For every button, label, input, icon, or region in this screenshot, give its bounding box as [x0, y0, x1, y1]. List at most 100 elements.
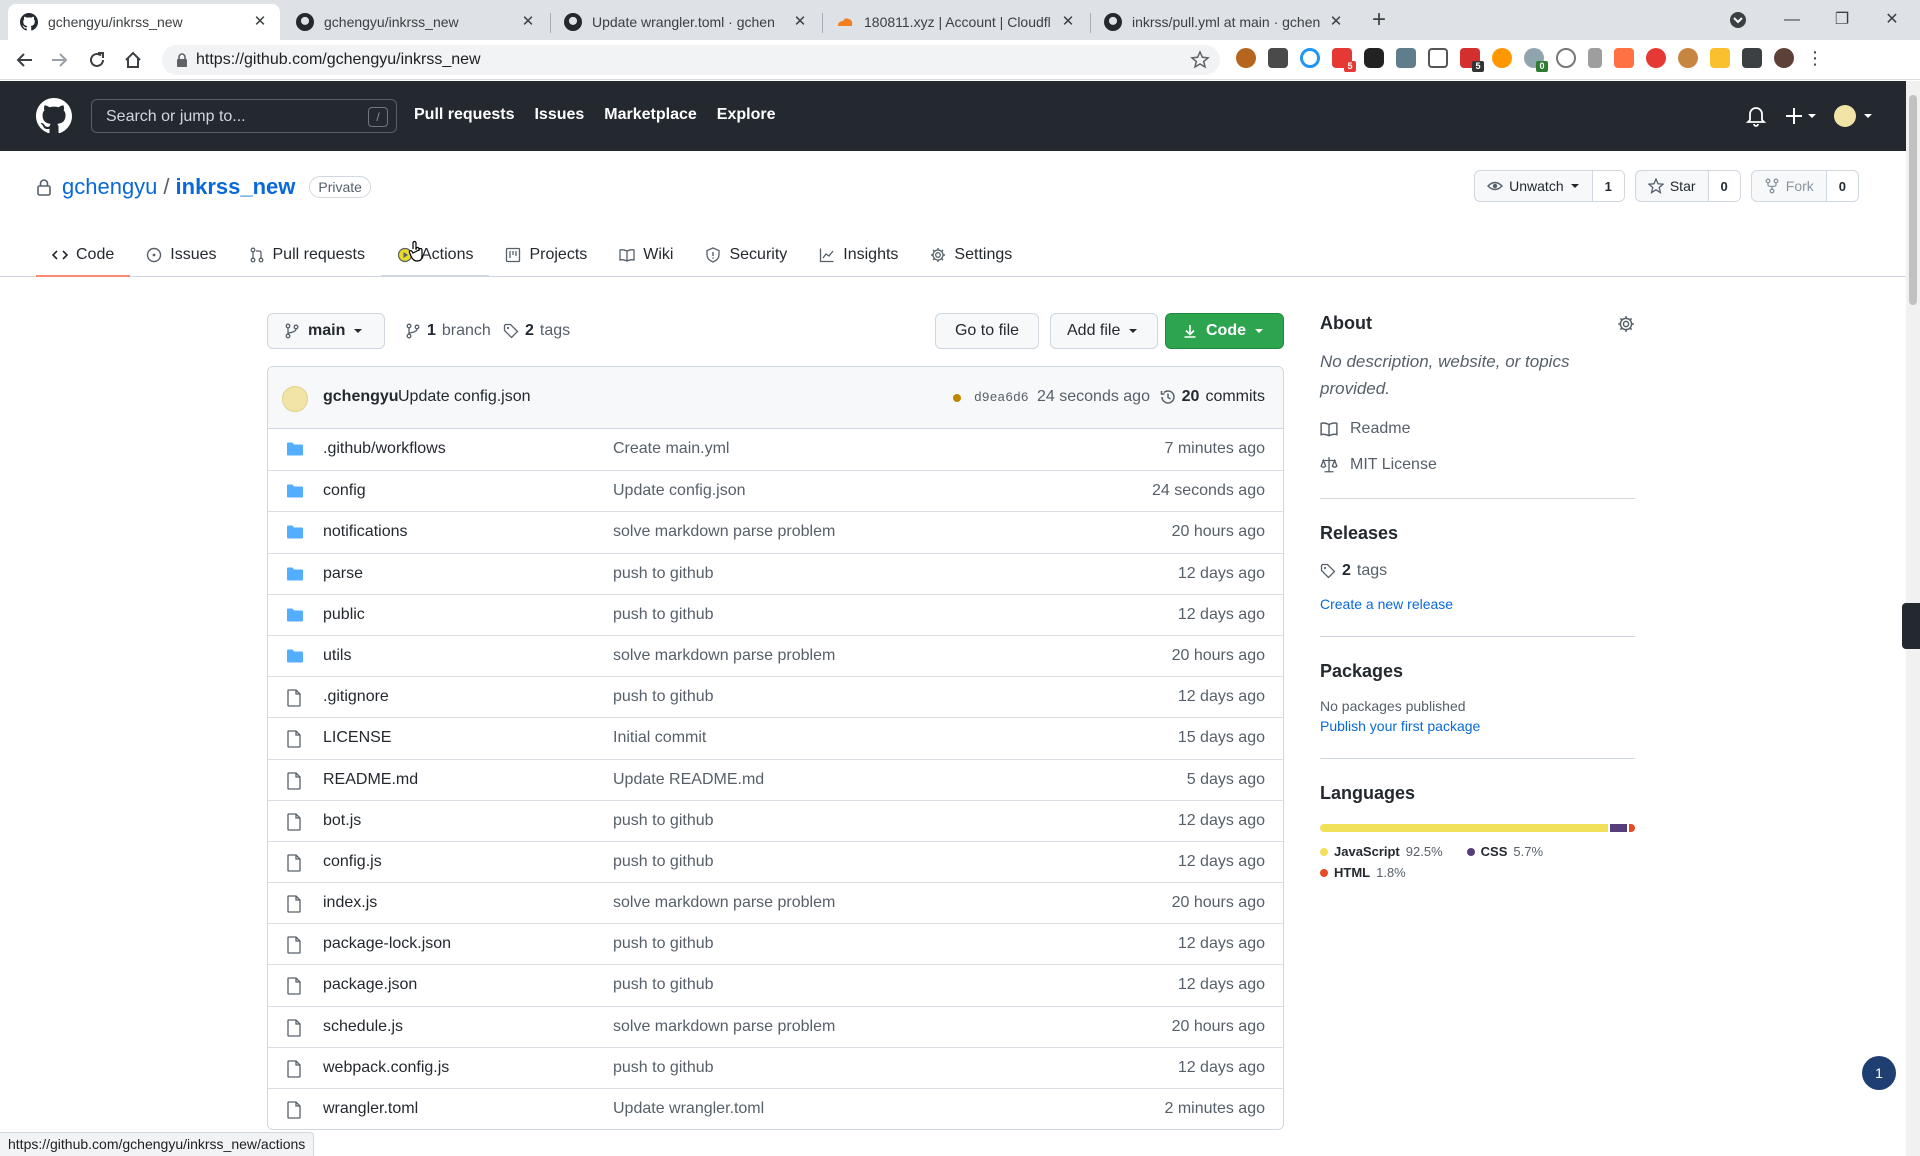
- file-name-link[interactable]: README.md: [323, 771, 418, 789]
- file-commit-message[interactable]: push to github: [613, 935, 714, 953]
- bookmark-star-icon[interactable]: [1190, 50, 1210, 70]
- flag-icon[interactable]: [1588, 48, 1602, 68]
- browser-tab-1[interactable]: gchengyu/inkrss_new ✕: [8, 4, 280, 40]
- tab-search-button[interactable]: [1724, 6, 1764, 34]
- avatar[interactable]: [282, 386, 308, 412]
- table-row[interactable]: public push to github 12 days ago: [268, 593, 1283, 635]
- file-name-link[interactable]: utils: [323, 647, 351, 665]
- extension-icon[interactable]: [1678, 48, 1698, 68]
- file-commit-message[interactable]: push to github: [613, 812, 714, 830]
- extension-icon[interactable]: [1646, 48, 1666, 68]
- file-name-link[interactable]: package-lock.json: [323, 935, 451, 953]
- restore-icon[interactable]: ❐: [1822, 6, 1862, 34]
- readme-link[interactable]: Readme: [1320, 420, 1635, 438]
- avatar[interactable]: [1774, 48, 1794, 68]
- table-row[interactable]: package-lock.json push to github 12 days a…: [268, 923, 1283, 964]
- commit-author[interactable]: gchengyu: [323, 388, 399, 406]
- commit-message[interactable]: Update config.json: [398, 388, 531, 406]
- table-row[interactable]: .gitignore push to github 12 days ago: [268, 676, 1283, 717]
- file-commit-message[interactable]: Update README.md: [613, 771, 764, 789]
- language-bar-segment[interactable]: [1629, 824, 1635, 832]
- table-row[interactable]: config Update config.json 24 seconds ago: [268, 470, 1283, 511]
- table-row[interactable]: index.js solve markdown parse problem 20 h…: [268, 882, 1283, 923]
- releases-title[interactable]: Releases: [1320, 523, 1635, 544]
- packages-title[interactable]: Packages: [1320, 661, 1635, 682]
- file-name-link[interactable]: notifications: [323, 523, 408, 541]
- table-row[interactable]: parse push to github 12 days ago: [268, 552, 1283, 594]
- go-to-file-button[interactable]: Go to file: [935, 313, 1039, 349]
- github-icon[interactable]: [36, 98, 72, 134]
- branches-link[interactable]: 1 branch: [405, 322, 491, 340]
- repo-owner-link[interactable]: gchengyu: [62, 174, 157, 200]
- nav-explore[interactable]: Explore: [717, 106, 776, 124]
- tab-insights[interactable]: Insights: [803, 233, 914, 277]
- table-row[interactable]: schedule.js solve markdown parse problem 2…: [268, 1005, 1283, 1047]
- file-commit-message[interactable]: push to github: [613, 976, 714, 994]
- file-name-link[interactable]: bot.js: [323, 812, 361, 830]
- side-panel-handle[interactable]: [1902, 603, 1920, 649]
- file-commit-message[interactable]: push to github: [613, 853, 714, 871]
- new-tab-button[interactable]: +: [1366, 8, 1392, 34]
- file-commit-message[interactable]: push to github: [613, 606, 714, 624]
- file-name-link[interactable]: parse: [323, 565, 363, 583]
- nav-pull-requests[interactable]: Pull requests: [414, 106, 514, 124]
- tab-projects[interactable]: Projects: [489, 233, 603, 277]
- search-input[interactable]: Search or jump to... /: [91, 99, 397, 133]
- file-commit-message[interactable]: Update config.json: [613, 482, 746, 500]
- file-commit-message[interactable]: solve markdown parse problem: [613, 647, 835, 665]
- file-name-link[interactable]: config.js: [323, 853, 382, 871]
- table-row[interactable]: package.json push to github 12 days ago: [268, 964, 1283, 1005]
- code-clone-button[interactable]: Code: [1165, 313, 1284, 349]
- bell-icon[interactable]: [1746, 105, 1766, 127]
- extension-icon[interactable]: [1710, 48, 1730, 68]
- file-name-link[interactable]: .github/workflows: [323, 440, 446, 458]
- more-menu-icon[interactable]: ⋮: [1806, 48, 1824, 68]
- file-name-link[interactable]: LICENSE: [323, 729, 391, 747]
- close-icon[interactable]: ✕: [1328, 14, 1344, 30]
- release-tags-link[interactable]: 2 tags: [1320, 562, 1635, 580]
- file-name-link[interactable]: webpack.config.js: [323, 1059, 449, 1077]
- close-icon[interactable]: ✕: [792, 14, 808, 30]
- extension-icon[interactable]: [1614, 48, 1634, 68]
- publish-package-link[interactable]: Publish your first package: [1320, 718, 1635, 734]
- browser-tab-4[interactable]: 180811.xyz | Account | Cloudfl ✕: [824, 4, 1088, 40]
- file-commit-message[interactable]: solve markdown parse problem: [613, 523, 835, 541]
- file-name-link[interactable]: config: [323, 482, 366, 500]
- fork-count[interactable]: 0: [1825, 171, 1858, 201]
- table-row[interactable]: config.js push to github 12 days ago: [268, 840, 1283, 882]
- file-commit-message[interactable]: push to github: [613, 565, 714, 583]
- file-name-link[interactable]: package.json: [323, 976, 417, 994]
- language-bar-segment[interactable]: [1609, 824, 1628, 832]
- nav-issues[interactable]: Issues: [534, 106, 584, 124]
- language-item[interactable]: CSS 5.7%: [1466, 844, 1543, 859]
- nav-marketplace[interactable]: Marketplace: [604, 106, 697, 124]
- extension-icon[interactable]: [1396, 48, 1416, 68]
- commit-status-dot[interactable]: [953, 394, 961, 402]
- close-icon[interactable]: ✕: [252, 14, 268, 30]
- file-commit-message[interactable]: Update wrangler.toml: [613, 1100, 764, 1118]
- tab-actions[interactable]: Actions: [381, 233, 490, 277]
- watch-count[interactable]: 1: [1591, 171, 1624, 201]
- create-release-link[interactable]: Create a new release: [1320, 596, 1635, 612]
- extension-icon[interactable]: [1268, 48, 1288, 68]
- table-row[interactable]: utils solve markdown parse problem 20 hour…: [268, 634, 1283, 676]
- tags-link[interactable]: 2 tags: [503, 322, 570, 340]
- file-name-link[interactable]: .gitignore: [323, 688, 389, 706]
- scrollbar-thumb[interactable]: [1909, 95, 1917, 305]
- language-bar-segment[interactable]: [1320, 824, 1608, 832]
- extension-icon[interactable]: [1236, 48, 1256, 68]
- extension-icon[interactable]: [1364, 48, 1384, 68]
- file-commit-message[interactable]: Create main.yml: [613, 440, 729, 458]
- table-row[interactable]: notifications solve markdown parse proble…: [268, 511, 1283, 552]
- table-row[interactable]: LICENSE Initial commit 15 days ago: [268, 717, 1283, 758]
- back-arrow-icon[interactable]: [14, 49, 36, 71]
- table-row[interactable]: webpack.config.js push to github 12 days a…: [268, 1046, 1283, 1088]
- commit-sha[interactable]: d9ea6d6: [974, 390, 1029, 405]
- license-link[interactable]: MIT License: [1320, 456, 1635, 474]
- browser-tab-2[interactable]: gchengyu/inkrss_new ✕: [284, 4, 548, 40]
- extension-icon[interactable]: [1428, 48, 1448, 68]
- file-commit-message[interactable]: push to github: [613, 1059, 714, 1077]
- file-name-link[interactable]: schedule.js: [323, 1018, 403, 1036]
- notification-bubble[interactable]: 1: [1862, 1056, 1896, 1090]
- tab-code[interactable]: Code: [36, 233, 131, 277]
